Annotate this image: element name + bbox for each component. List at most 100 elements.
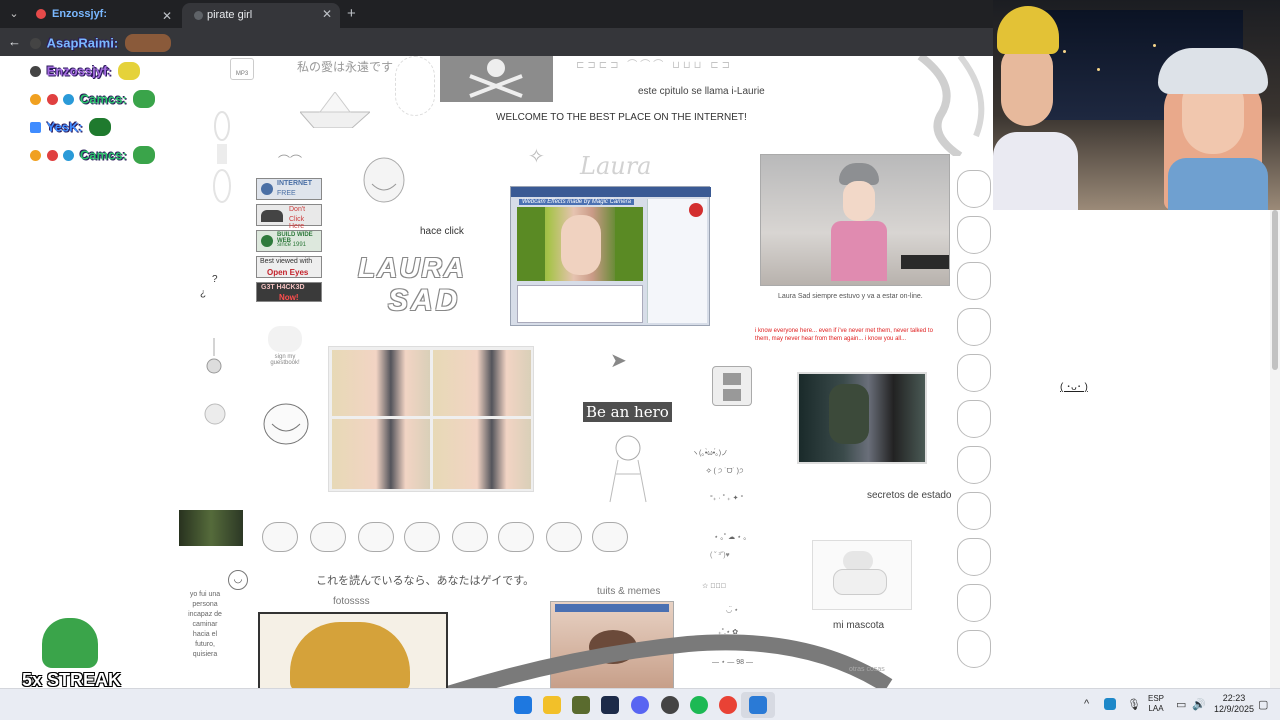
emote-icon xyxy=(89,118,112,136)
badge-line-1: INTERNET xyxy=(277,180,312,187)
chat-message: Enzossjyf: xyxy=(30,62,141,84)
sketch-face-icon xyxy=(957,492,991,530)
tab-pirate-girl[interactable]: pirate girl ✕ xyxy=(182,3,340,28)
close-tab-icon[interactable]: ✕ xyxy=(322,7,332,21)
right-face-text: ( ･ᴗ･ ) xyxy=(1060,382,1088,393)
troll-face-icon xyxy=(452,522,488,552)
hypnotoad-shape xyxy=(290,622,410,688)
sketch-face-icon xyxy=(957,170,991,208)
otras-cosas-label[interactable]: otras cosas xyxy=(849,666,885,673)
user-badge-icon xyxy=(63,149,75,161)
lang-code: ESP xyxy=(1147,694,1164,703)
app-active-icon[interactable] xyxy=(749,696,767,714)
photo-tile xyxy=(332,419,430,489)
webcam-chat-area xyxy=(517,285,643,323)
keychain-icon xyxy=(212,106,232,216)
tab-search-icon[interactable]: ⌄ xyxy=(6,6,22,22)
tray-app-icon[interactable] xyxy=(1104,698,1116,710)
tuits-label[interactable]: tuits & memes xyxy=(597,586,660,597)
troll-face-icon xyxy=(498,522,534,552)
discord-icon[interactable] xyxy=(631,696,649,714)
frog-emote-icon xyxy=(42,618,98,668)
ascii-row: — ⋆ — 98 — xyxy=(712,659,753,666)
chat-username: Camcs: xyxy=(79,147,127,163)
frog-photo[interactable] xyxy=(258,612,448,688)
webcam-preview xyxy=(517,207,643,281)
logo-sad: SAD xyxy=(388,284,461,317)
secretos-photo[interactable] xyxy=(797,372,927,464)
volume-icon[interactable]: 🔊 xyxy=(1192,698,1206,711)
badge-line-1: Best viewed with xyxy=(260,258,313,265)
troll-face-icon[interactable] xyxy=(262,402,310,446)
microphone-icon[interactable]: 🎙 xyxy=(1127,698,1141,711)
robot-dog-photo[interactable] xyxy=(812,540,912,610)
laura-photo[interactable] xyxy=(760,154,950,286)
windows-start-icon[interactable] xyxy=(514,696,532,714)
laura-sad-logo: LAURA SAD xyxy=(350,248,485,326)
badge-build-wide-web[interactable]: BUILD WIDE WEB since 1991 xyxy=(256,230,322,252)
tray-overflow-icon[interactable]: ^ xyxy=(1084,698,1089,710)
photo-grid[interactable] xyxy=(328,346,534,492)
steam-icon[interactable] xyxy=(601,696,619,714)
webcam-effects-window[interactable]: Webcam Effects made by Magic Camera xyxy=(510,186,711,326)
notification-icon[interactable]: ▢ xyxy=(1258,698,1268,711)
keyboard-language[interactable]: ESP LAA xyxy=(1145,694,1167,714)
stream-chat-overlay: AsapRaimi: Enzossjyf: Camcs: YesK: Camcs… xyxy=(30,0,200,180)
sketch-face-icon xyxy=(957,400,991,438)
clock-time: 22:23 xyxy=(1222,693,1246,703)
emote-icon xyxy=(133,90,156,108)
red-message: i know everyone here... even if i've nev… xyxy=(755,328,933,342)
network-icon[interactable]: ▭ xyxy=(1176,698,1186,711)
keyboard-shape xyxy=(901,255,949,269)
ascii-row: ◡̈ ⋆ xyxy=(726,607,739,614)
xbox-icon[interactable] xyxy=(572,696,590,714)
fotos-label[interactable]: fotossss xyxy=(333,596,370,607)
sparkle-doodle: ✧ xyxy=(528,146,545,168)
badge-line-2: since 1991 xyxy=(277,242,307,248)
pirate-doodle xyxy=(395,56,435,116)
user-badge-icon xyxy=(46,149,58,161)
back-arrow-icon[interactable]: ← xyxy=(8,34,21,49)
chat-username: Camcs: xyxy=(79,91,127,107)
small-green-photo[interactable] xyxy=(179,510,243,546)
bell-charm-icon xyxy=(206,338,222,378)
girl-face xyxy=(561,215,601,275)
logo-laura: LAURA xyxy=(358,252,466,283)
badge-line-2: FREE xyxy=(277,190,296,197)
chat-message: Camcs: xyxy=(30,146,156,168)
file-explorer-icon[interactable] xyxy=(543,696,561,714)
troll-face-icon xyxy=(262,522,298,552)
badge-get-hacked[interactable]: G3T H4CK3D Now! xyxy=(256,282,322,302)
page-scrollbar[interactable] xyxy=(1270,210,1280,688)
clock-date: 12/9/2025 xyxy=(1213,704,1255,714)
sketch-face-icon xyxy=(957,538,991,576)
badge-dont-click-here[interactable]: Don't Click Here xyxy=(256,204,322,230)
badge-best-viewed[interactable]: Best viewed with Open Eyes xyxy=(256,256,322,278)
obs-icon[interactable] xyxy=(661,696,679,714)
hat-icon xyxy=(261,210,283,222)
scrollbar-thumb[interactable] xyxy=(1272,210,1278,370)
badge-internet-free[interactable]: INTERNET FREE xyxy=(256,178,322,200)
smiley-icon: ◡ xyxy=(228,570,248,590)
ogre-face xyxy=(615,207,643,281)
user-badge-icon xyxy=(30,65,41,77)
chrome-icon[interactable] xyxy=(719,696,737,714)
user-badge-icon xyxy=(30,37,41,49)
paper-plane-icon: ➤ xyxy=(610,350,627,372)
troll-face-icon xyxy=(592,522,628,552)
hace-click-link[interactable]: hace click xyxy=(420,226,464,237)
troll-face-icon xyxy=(404,522,440,552)
badge-line-1: Don't xyxy=(289,206,306,213)
mp3-icon[interactable]: MP3 xyxy=(230,58,254,80)
spotify-icon[interactable] xyxy=(690,696,708,714)
chat-username: AsapRaimi: xyxy=(46,35,119,51)
troll-face-icon xyxy=(310,522,346,552)
chat-username: Enzossjyf: xyxy=(46,63,112,79)
window-widget[interactable] xyxy=(712,366,752,406)
top-ascii-strip: ⊏⊐⊏⊐ ⌒⌒⌒ ⊔⊔⊔ ⊏⊐ xyxy=(576,60,734,71)
guestbook-link[interactable]: sign my guestbook! xyxy=(262,326,308,372)
ogre-face xyxy=(517,207,545,281)
new-tab-button[interactable]: + xyxy=(347,5,356,22)
system-clock[interactable]: 22:23 12/9/2025 xyxy=(1212,693,1256,715)
windows-taskbar: ^ 🎙 ESP LAA ▭ 🔊 22:23 12/9/2025 ▢ xyxy=(0,688,1280,720)
